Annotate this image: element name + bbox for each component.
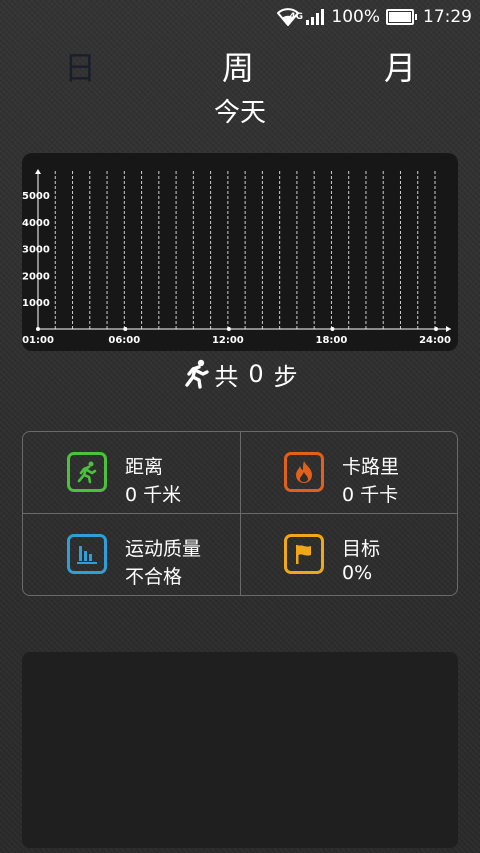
- stat-label: 距离: [125, 456, 164, 478]
- x-tick-label: 18:00: [316, 335, 348, 346]
- x-tick-dot: [226, 327, 231, 331]
- network-type: 4G: [289, 12, 304, 22]
- tab-day[interactable]: 日: [64, 48, 96, 88]
- clock: 17:29: [423, 7, 472, 27]
- flame-icon: [284, 452, 324, 492]
- x-axis-arrow: [446, 326, 451, 332]
- signal-icon: 4G: [289, 8, 325, 26]
- date-label: 今天: [213, 98, 266, 128]
- y-tick-label: 5000: [22, 191, 50, 202]
- x-tick-label: 24:00: [419, 335, 451, 346]
- steps-chart: 1000 2000 3000 4000 5000 01:00 06:00 12:00 18:00…: [22, 153, 458, 351]
- stat-goal[interactable]: 目标 0%: [240, 514, 457, 595]
- chart-svg: 1000 2000 3000 4000 5000 01:00 06:00 12:00 18:00…: [22, 169, 451, 346]
- y-axis-arrow: [35, 169, 41, 174]
- battery-percent: 100%: [331, 7, 380, 27]
- stat-distance[interactable]: 距离 0 千米: [23, 432, 240, 513]
- x-tick-dot: [434, 327, 438, 331]
- x-tick-dot: [330, 327, 335, 331]
- steps-count: 0: [248, 360, 264, 388]
- stat-value: 0%: [342, 562, 373, 584]
- x-tick-dot: [123, 327, 128, 331]
- y-tick-label: 2000: [22, 271, 50, 282]
- y-tick-label: 1000: [22, 298, 50, 309]
- tab-week[interactable]: 周: [222, 48, 254, 88]
- detail-panel: [22, 652, 458, 848]
- stat-label: 运动质量: [125, 538, 202, 560]
- steps-summary: 共 0 步: [0, 357, 480, 391]
- stat-label: 卡路里: [342, 456, 400, 478]
- y-tick-label: 4000: [22, 218, 50, 229]
- status-bar: 4G 100% 17:29: [0, 0, 480, 34]
- stats-grid: 距离 0 千米 卡路里 0 千卡 运动质量 不合格 目标 0%: [22, 431, 458, 596]
- running-man-icon: [185, 359, 210, 389]
- stat-calories[interactable]: 卡路里 0 千卡: [240, 432, 457, 513]
- flag-icon: [284, 534, 324, 574]
- steps-unit: 步: [273, 362, 298, 391]
- bar-chart-icon: [67, 534, 107, 574]
- x-tick-label: 01:00: [22, 335, 54, 346]
- x-tick-dot: [36, 327, 40, 331]
- stat-exercise-quality[interactable]: 运动质量 不合格: [23, 514, 240, 595]
- running-man-icon: [67, 452, 107, 492]
- period-tabs: 日 周 月: [0, 48, 480, 88]
- x-tick-label: 12:00: [212, 335, 244, 346]
- stat-value: 0 千米: [125, 484, 182, 506]
- y-tick-label: 3000: [22, 245, 50, 256]
- stat-label: 目标: [342, 538, 381, 560]
- steps-prefix: 共: [214, 362, 239, 391]
- x-tick-label: 06:00: [108, 335, 140, 346]
- tab-month[interactable]: 月: [384, 48, 416, 88]
- stat-value: 不合格: [125, 566, 183, 588]
- battery-icon: [386, 9, 417, 25]
- stat-value: 0 千卡: [342, 484, 399, 506]
